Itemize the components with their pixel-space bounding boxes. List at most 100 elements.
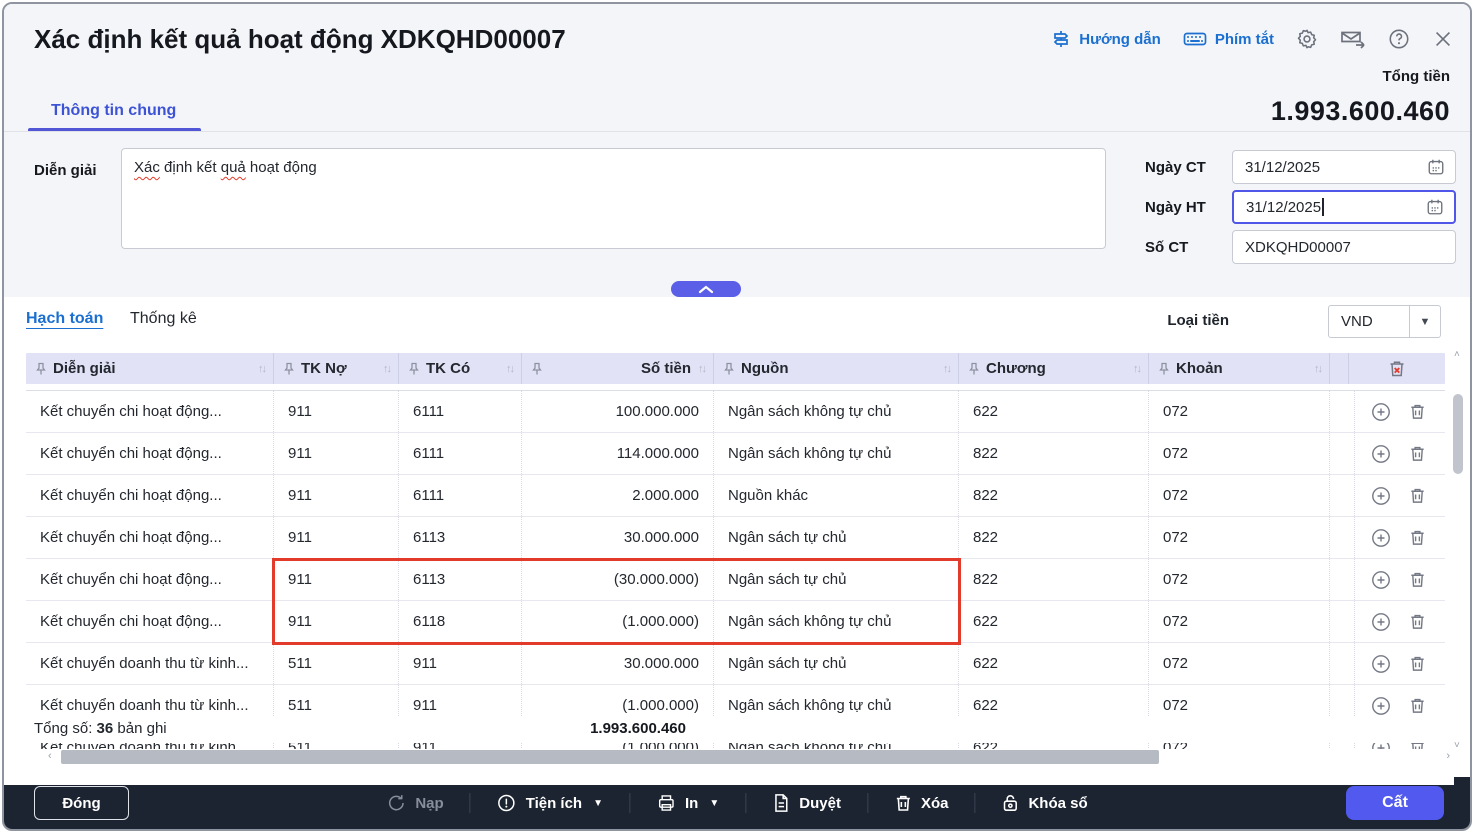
add-row-icon[interactable]	[1371, 444, 1391, 464]
add-row-icon[interactable]	[1371, 402, 1391, 422]
ngay-ht-label: Ngày HT	[1145, 199, 1206, 216]
reload-button[interactable]: Nạp	[386, 793, 443, 813]
keyboard-icon	[1183, 30, 1207, 48]
calendar-icon[interactable]	[1426, 198, 1444, 216]
document-icon	[772, 793, 790, 813]
col-header-chuong[interactable]: Chương ↑↓	[959, 353, 1149, 384]
pin-icon[interactable]	[1159, 362, 1169, 376]
sort-icon[interactable]: ↑↓	[1314, 363, 1321, 375]
print-button[interactable]: In ▼	[656, 793, 719, 813]
description-textarea[interactable]: Xác định kết quả hoạt động	[121, 148, 1106, 249]
app-window: Xác định kết quả hoạt động XDKQHD00007 H…	[2, 2, 1472, 831]
approve-button[interactable]: Duyệt	[772, 793, 841, 813]
currency-label: Loại tiền	[1167, 312, 1229, 329]
add-row-icon[interactable]	[1371, 570, 1391, 590]
delete-row-icon[interactable]	[1409, 696, 1426, 715]
col-header-nguon[interactable]: Nguồn ↑↓	[714, 353, 959, 384]
signpost-icon	[1051, 29, 1071, 49]
ngay-ct-input[interactable]: 31/12/2025	[1232, 150, 1456, 184]
utilities-info-icon	[497, 793, 517, 813]
delete-row-icon[interactable]	[1409, 612, 1426, 631]
scroll-up-icon[interactable]: ˄	[1454, 349, 1460, 360]
table-row-highlighted[interactable]: Kết chuyển chi hoạt động... 911 6113 (30…	[26, 559, 1445, 601]
scroll-down-icon[interactable]: ˅	[1454, 740, 1460, 751]
close-button[interactable]: Đóng	[34, 786, 129, 820]
save-button[interactable]: Cất	[1346, 786, 1444, 820]
padlock-icon	[1001, 793, 1019, 813]
v-scroll-thumb[interactable]	[1453, 394, 1463, 474]
delete-row-icon[interactable]	[1409, 570, 1426, 589]
sort-icon[interactable]: ↑↓	[698, 363, 705, 375]
delete-all-rows-icon[interactable]	[1388, 359, 1406, 378]
col-header-actions	[1347, 353, 1445, 384]
table-row[interactable]: Kết chuyển chi hoạt động... 911 6111 114…	[26, 433, 1445, 475]
calendar-icon[interactable]	[1427, 158, 1445, 176]
action-bar-center: Nạp Tiện ích ▼ In ▼	[386, 793, 1087, 813]
horizontal-scrollbar: ‹ ›	[4, 749, 1454, 785]
add-row-icon[interactable]	[1371, 486, 1391, 506]
ngay-ct-label: Ngày CT	[1145, 159, 1206, 176]
add-row-icon[interactable]	[1371, 654, 1391, 674]
sort-icon[interactable]: ↑↓	[943, 363, 950, 375]
ngay-ht-input[interactable]: 31/12/2025	[1232, 190, 1456, 224]
shortcut-link[interactable]: Phím tắt	[1183, 30, 1274, 48]
feedback-mail-icon[interactable]	[1340, 28, 1366, 50]
detail-section: Hạch toán Thống kê Loại tiền VND ▼ Diễn …	[4, 297, 1470, 785]
sort-icon[interactable]: ↑↓	[383, 363, 390, 375]
add-row-icon[interactable]	[1371, 696, 1391, 716]
delete-row-icon[interactable]	[1409, 486, 1426, 505]
trash-icon	[894, 793, 912, 813]
utilities-button[interactable]: Tiện ích ▼	[497, 793, 603, 813]
currency-select[interactable]: VND ▼	[1328, 305, 1441, 338]
chevron-down-icon: ▼	[709, 798, 719, 809]
collapse-header-button[interactable]	[671, 281, 741, 297]
table-row[interactable]: Kết chuyển chi hoạt động... 911 6111 100…	[26, 391, 1445, 433]
header-section: Xác định kết quả hoạt động XDKQHD00007 H…	[4, 4, 1470, 297]
grid-header: Diễn giải ↑↓ TK Nợ ↑↓ TK Có ↑↓ Số tiền ↑…	[26, 353, 1445, 384]
col-header-so-tien[interactable]: Số tiền ↑↓	[522, 353, 714, 384]
pin-icon[interactable]	[284, 362, 294, 376]
add-row-icon[interactable]	[1371, 528, 1391, 548]
settings-gear-icon[interactable]	[1296, 28, 1318, 50]
sort-icon[interactable]: ↑↓	[258, 363, 265, 375]
delete-row-icon[interactable]	[1409, 402, 1426, 421]
description-label: Diễn giải	[34, 162, 97, 179]
lock-period-button[interactable]: Khóa sổ	[1001, 793, 1087, 813]
pin-icon[interactable]	[724, 362, 734, 376]
pin-icon[interactable]	[969, 362, 979, 376]
sort-icon[interactable]: ↑↓	[1133, 363, 1140, 375]
delete-row-icon[interactable]	[1409, 528, 1426, 547]
col-header-tk-co[interactable]: TK Có ↑↓	[399, 353, 522, 384]
help-guide-link[interactable]: Hướng dẫn	[1051, 29, 1161, 49]
table-row-highlighted[interactable]: Kết chuyển chi hoạt động... 911 6118 (1.…	[26, 601, 1445, 643]
col-header-dien-giai[interactable]: Diễn giải ↑↓	[26, 353, 274, 384]
pin-icon[interactable]	[532, 362, 542, 376]
total-amount-value: 1.993.600.460	[1271, 96, 1450, 127]
tab-thong-ke[interactable]: Thống kê	[130, 310, 197, 328]
tab-hach-toan[interactable]: Hạch toán	[26, 310, 103, 328]
help-question-icon[interactable]	[1388, 28, 1410, 50]
tab-divider	[4, 130, 1470, 132]
close-icon[interactable]	[1432, 28, 1454, 50]
so-ct-label: Số CT	[1145, 239, 1188, 256]
scroll-right-icon[interactable]: ›	[1446, 750, 1450, 762]
col-header-tk-no[interactable]: TK Nợ ↑↓	[274, 353, 399, 384]
delete-button[interactable]: Xóa	[894, 793, 949, 813]
h-scroll-thumb[interactable]	[61, 750, 1159, 764]
scroll-left-icon[interactable]: ‹	[48, 750, 52, 762]
so-ct-input[interactable]: XDKQHD00007	[1232, 230, 1456, 264]
pin-icon[interactable]	[36, 362, 46, 376]
table-row[interactable]: Kết chuyển chi hoạt động... 911 6113 30.…	[26, 517, 1445, 559]
table-row[interactable]: Kết chuyển doanh thu từ kinh... 511 911 …	[26, 643, 1445, 685]
pin-icon[interactable]	[409, 362, 419, 376]
delete-row-icon[interactable]	[1409, 444, 1426, 463]
add-row-icon[interactable]	[1371, 612, 1391, 632]
tab-thong-tin-chung[interactable]: Thông tin chung	[51, 102, 176, 120]
col-header-khoan[interactable]: Khoản ↑↓	[1149, 353, 1330, 384]
printer-icon	[656, 793, 676, 813]
delete-row-icon[interactable]	[1409, 654, 1426, 673]
text-cursor	[1322, 198, 1324, 216]
amount-total: 1.993.600.460	[26, 720, 700, 737]
sort-icon[interactable]: ↑↓	[506, 363, 513, 375]
table-row[interactable]: Kết chuyển chi hoạt động... 911 6111 2.0…	[26, 475, 1445, 517]
